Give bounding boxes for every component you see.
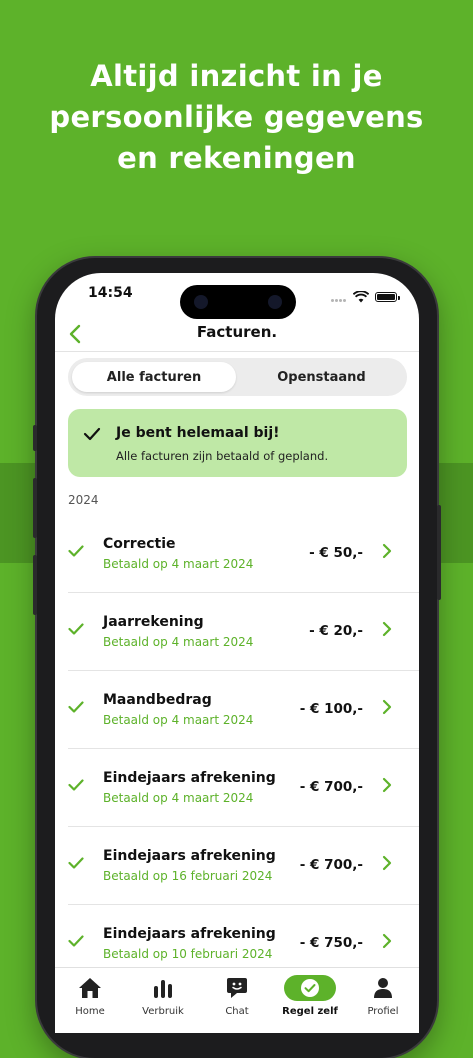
all-paid-banner: Je bent helemaal bij! Alle facturen zijn… — [68, 409, 407, 477]
chat-icon — [227, 978, 247, 998]
invoice-row[interactable]: Eindejaars afrekening Betaald op 16 febr… — [68, 827, 419, 905]
check-icon — [68, 545, 84, 557]
status-time: 14:54 — [88, 285, 133, 301]
sensor-dot — [268, 295, 282, 309]
invoice-title: Jaarrekening — [103, 614, 204, 630]
invoice-amount: - € 50,- — [309, 545, 363, 561]
battery-icon — [375, 291, 400, 302]
check-circle-icon — [301, 979, 319, 997]
tab-verbruik-label: Verbruik — [142, 1006, 184, 1017]
chevron-right-icon — [382, 777, 392, 793]
chevron-right-icon — [382, 855, 392, 871]
invoice-amount: - € 700,- — [299, 779, 363, 795]
headline-line-2: persoonlijke gegevens — [49, 100, 424, 134]
status-icons — [331, 287, 400, 306]
tab-chat-label: Chat — [225, 1006, 249, 1017]
tab-profiel-label: Profiel — [367, 1006, 399, 1017]
invoice-row[interactable]: Eindejaars afrekening Betaald op 4 maart… — [68, 749, 419, 827]
invoice-status: Betaald op 4 maart 2024 — [103, 635, 254, 649]
phone-volume-down-button — [33, 555, 37, 615]
invoice-amount: - € 20,- — [309, 623, 363, 639]
headline-line-1: Altijd inzicht in je — [90, 59, 383, 93]
tab-profiel[interactable]: Profiel — [353, 974, 413, 1017]
invoice-title: Maandbedrag — [103, 692, 212, 708]
bottom-tab-bar: Home Verbruik Chat Regel zelf Profiel — [55, 967, 419, 1033]
home-icon — [79, 978, 101, 998]
nav-divider — [55, 351, 419, 352]
check-icon — [68, 623, 84, 635]
active-tab-pill — [284, 975, 336, 1001]
invoice-amount: - € 100,- — [299, 701, 363, 717]
check-icon — [68, 935, 84, 947]
app-screen: 14:54 Facturen. Alle facturen Openstaand… — [55, 273, 419, 1033]
invoice-status: Betaald op 4 maart 2024 — [103, 557, 254, 571]
invoice-status: Betaald op 16 februari 2024 — [103, 869, 273, 883]
segment-open-invoices[interactable]: Openstaand — [240, 362, 403, 392]
check-icon — [83, 427, 101, 441]
chevron-right-icon — [382, 543, 392, 559]
tab-verbruik[interactable]: Verbruik — [133, 974, 193, 1017]
dynamic-island — [180, 285, 296, 319]
invoice-list: Correctie Betaald op 4 maart 2024 - € 50… — [55, 515, 419, 982]
tab-regel-zelf[interactable]: Regel zelf — [280, 974, 340, 1017]
segment-all-invoices[interactable]: Alle facturen — [72, 362, 236, 392]
tab-home[interactable]: Home — [60, 974, 120, 1017]
banner-title: Je bent helemaal bij! — [116, 425, 280, 441]
person-icon — [374, 978, 392, 998]
phone-action-button — [33, 425, 37, 451]
invoice-title: Eindejaars afrekening — [103, 926, 276, 942]
invoice-amount: - € 700,- — [299, 857, 363, 873]
signal-dots — [331, 287, 347, 306]
headline-line-3: en rekeningen — [117, 141, 356, 175]
invoice-title: Correctie — [103, 536, 176, 552]
headline: Altijd inzicht in je persoonlijke gegeve… — [0, 56, 473, 179]
phone-volume-up-button — [33, 478, 37, 538]
invoice-filter-segmented-control: Alle facturen Openstaand — [68, 358, 407, 396]
year-section-label: 2024 — [68, 493, 99, 507]
invoice-row[interactable]: Jaarrekening Betaald op 4 maart 2024 - €… — [68, 593, 419, 671]
page-title: Facturen. — [196, 323, 278, 341]
check-icon — [68, 701, 84, 713]
invoice-status: Betaald op 4 maart 2024 — [103, 791, 254, 805]
chevron-right-icon — [382, 933, 392, 949]
invoice-status: Betaald op 10 februari 2024 — [103, 947, 273, 961]
check-icon — [68, 857, 84, 869]
invoice-title: Eindejaars afrekening — [103, 848, 276, 864]
chevron-right-icon — [382, 699, 392, 715]
check-icon — [68, 779, 84, 791]
wifi-icon — [353, 290, 369, 302]
invoice-status: Betaald op 4 maart 2024 — [103, 713, 254, 727]
banner-text: Alle facturen zijn betaald of gepland. — [116, 449, 329, 463]
chevron-right-icon — [382, 621, 392, 637]
invoice-row[interactable]: Maandbedrag Betaald op 4 maart 2024 - € … — [68, 671, 419, 749]
tab-regel-zelf-label: Regel zelf — [282, 1006, 338, 1017]
tab-home-label: Home — [75, 1006, 105, 1017]
invoice-row[interactable]: Correctie Betaald op 4 maart 2024 - € 50… — [68, 515, 419, 593]
invoice-amount: - € 750,- — [299, 935, 363, 951]
phone-power-button — [437, 505, 441, 600]
bar-chart-icon — [154, 980, 172, 998]
tab-chat[interactable]: Chat — [207, 974, 267, 1017]
invoice-title: Eindejaars afrekening — [103, 770, 276, 786]
camera-dot — [194, 295, 208, 309]
